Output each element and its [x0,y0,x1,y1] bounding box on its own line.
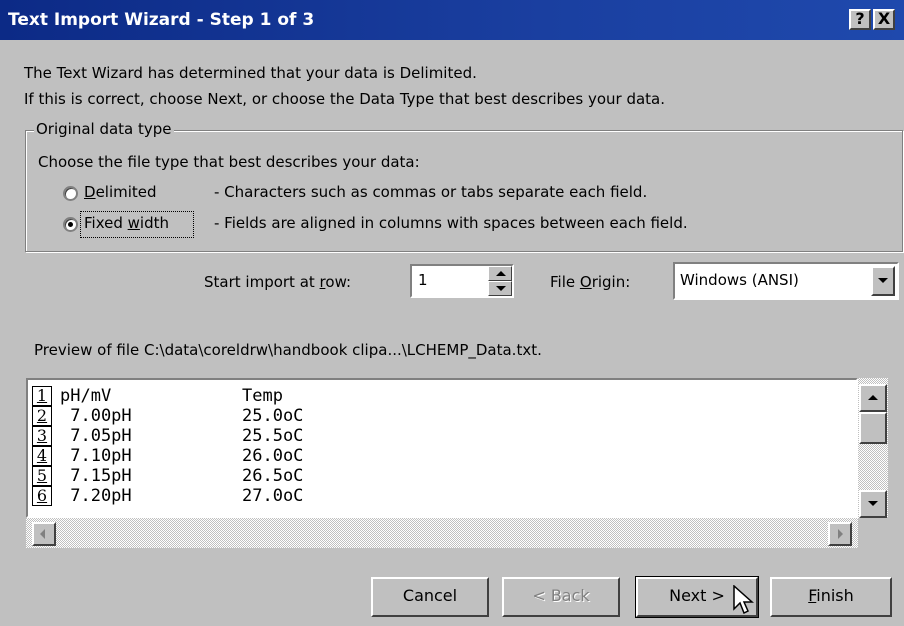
delimited-radio[interactable] [63,186,78,201]
file-origin-value: Windows (ANSI) [680,271,799,289]
preview-cell: 25.0oC [242,406,304,426]
arrow-down-icon [496,286,506,291]
spin-up-button[interactable] [488,266,512,281]
fixed-width-label[interactable]: Fixed width [84,214,169,232]
preview-row: 6 7.20pH 27.0oC [32,486,303,506]
preview-row: 4 7.10pH 26.0oC [32,446,303,466]
preview-cell: Temp [242,386,283,406]
scroll-left-button[interactable] [32,522,56,546]
cancel-button[interactable]: Cancel [371,577,489,617]
preview-cell: 27.0oC [242,486,304,506]
preview-row: 3 7.05pH 25.5oC [32,426,303,446]
preview-row: 1 pH/mV Temp [32,386,283,406]
arrow-down-icon [868,501,878,506]
file-origin-select[interactable]: Windows (ANSI) [673,262,899,300]
preview-cell: 25.5oC [242,426,304,446]
preview-cell: 26.0oC [242,446,304,466]
preview-cell: pH/mV [60,386,112,406]
arrow-up-icon [496,271,506,276]
preview-cell: 26.5oC [242,466,304,486]
back-button[interactable]: < Back [502,577,620,617]
file-origin-label: File Origin: [550,273,631,291]
spin-down-button[interactable] [488,281,512,296]
row-number: 4 [32,446,52,466]
arrow-left-icon [40,529,45,539]
row-number: 6 [32,486,52,506]
file-type-prompt: Choose the file type that best describes… [38,153,420,171]
preview-row: 5 7.15pH 26.5oC [32,466,303,486]
start-row-label: Start import at row: [204,273,352,291]
help-button[interactable]: ? [849,9,871,30]
intro-line-2: If this is correct, choose Next, or choo… [24,90,666,108]
preview-cell: 7.00pH [60,406,132,426]
delimited-label[interactable]: Delimited [84,183,157,201]
preview-pane[interactable]: 1 pH/mV Temp 2 7.00pH 25.0oC 3 7.05pH 25… [26,378,858,518]
group-legend: Original data type [34,120,174,138]
vertical-scrollbar[interactable] [858,378,888,518]
preview-cell: 7.15pH [60,466,132,486]
fixed-width-radio[interactable] [63,217,78,232]
scroll-right-button[interactable] [828,522,852,546]
scroll-down-button[interactable] [859,490,887,518]
close-icon: X [877,9,891,28]
preview-cell: 7.05pH [60,426,132,446]
preview-cell: 7.10pH [60,446,132,466]
start-row-spinner[interactable]: 1 [410,264,514,298]
window-title: Text Import Wizard - Step 1 of 3 [8,10,315,30]
delimited-description: - Characters such as commas or tabs sepa… [214,183,648,201]
row-number: 3 [32,426,52,446]
mouse-cursor-icon [733,585,754,615]
horizontal-scrollbar[interactable] [26,518,858,548]
fixed-width-description: - Fields are aligned in columns with spa… [214,214,688,232]
title-bar[interactable]: Text Import Wizard - Step 1 of 3 ? X [0,0,904,40]
preview-label: Preview of file C:\data\coreldrw\handboo… [34,341,542,359]
arrow-right-icon [838,529,843,539]
chevron-down-icon [878,278,888,283]
intro-line-1: The Text Wizard has determined that your… [24,64,477,82]
row-number: 5 [32,466,52,486]
scroll-up-button[interactable] [859,384,887,412]
finish-button[interactable]: Finish [770,577,892,617]
row-number: 1 [32,386,52,406]
row-number: 2 [32,406,52,426]
preview-row: 2 7.00pH 25.0oC [32,406,303,426]
text-import-wizard-dialog: Text Import Wizard - Step 1 of 3 ? X The… [0,0,904,626]
file-origin-dropdown-button[interactable] [871,266,895,296]
preview-cell: 7.20pH [60,486,132,506]
scroll-track[interactable] [26,518,858,548]
arrow-up-icon [868,395,878,400]
close-button[interactable]: X [873,9,895,30]
scroll-thumb[interactable] [859,412,887,444]
start-row-value[interactable]: 1 [418,271,428,289]
